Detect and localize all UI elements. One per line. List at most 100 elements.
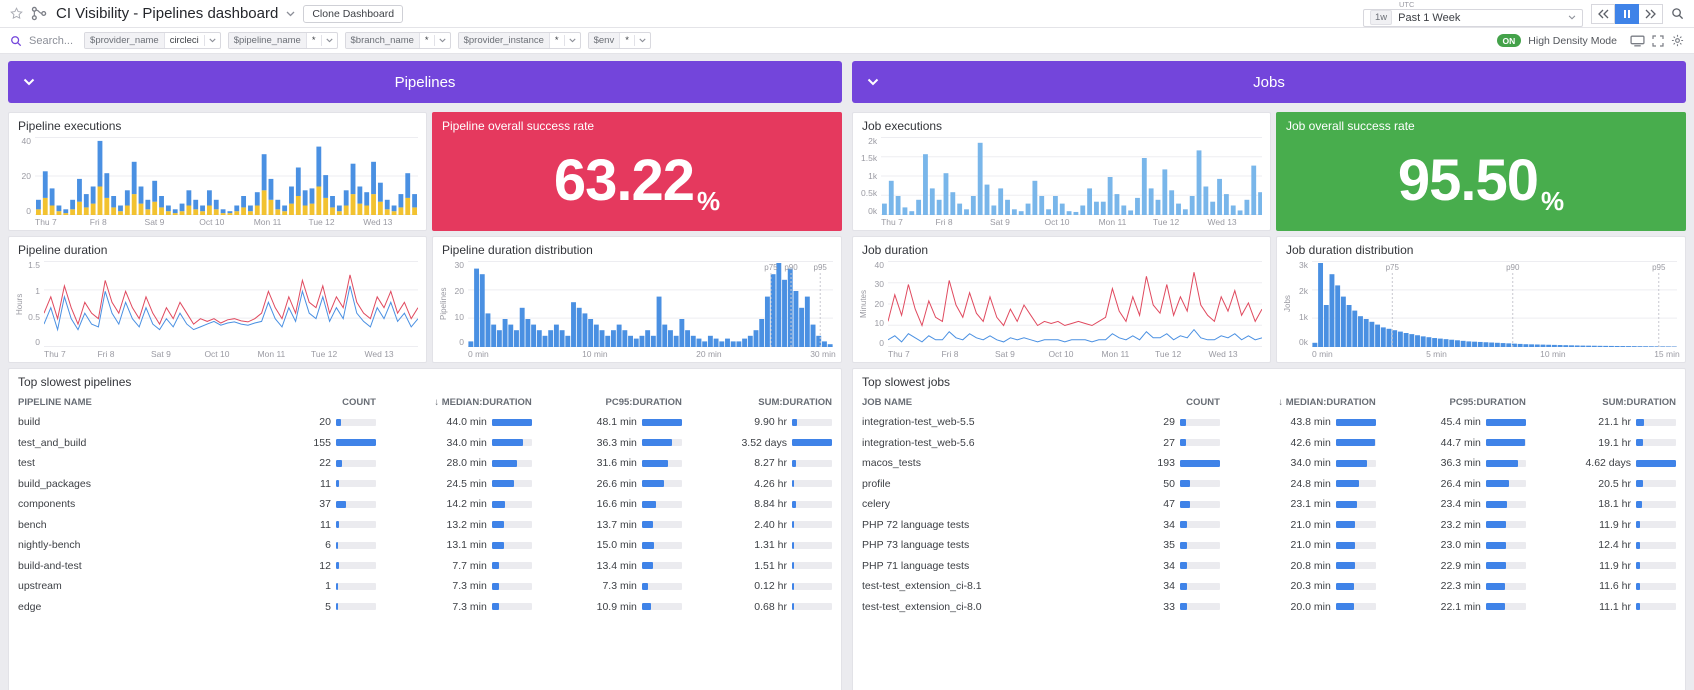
row-name[interactable]: PHP 72 language tests (862, 519, 1104, 531)
value-bar (336, 583, 376, 590)
y-tick-label: 0 (35, 338, 40, 347)
value-bar (642, 603, 682, 610)
row-name[interactable]: integration-test_web-5.5 (862, 416, 1104, 428)
fullscreen-icon[interactable] (1652, 35, 1664, 47)
template-variable-pipeline-name[interactable]: $pipeline_name * (228, 32, 338, 49)
table-row[interactable]: test_and_build15534.0 min36.3 min3.52 da… (18, 433, 832, 454)
table-row[interactable]: build_packages1124.5 min26.6 min4.26 hr (18, 474, 832, 495)
column-header[interactable]: SUM:DURATION (682, 397, 832, 408)
job-executions-chart[interactable] (881, 137, 1262, 215)
job-duration-chart[interactable] (888, 261, 1262, 347)
table-row[interactable]: components3714.2 min16.6 min8.84 hr (18, 494, 832, 515)
column-header[interactable]: PC95:DURATION (532, 397, 682, 408)
value-bar (792, 501, 832, 508)
table-cell: 2.40 hr (682, 519, 832, 531)
row-name[interactable]: build_packages (18, 478, 260, 490)
table-row[interactable]: integration-test_web-5.52943.8 min45.4 m… (862, 412, 1676, 433)
table-row[interactable]: profile5024.8 min26.4 min20.5 hr (862, 474, 1676, 495)
column-header[interactable]: PC95:DURATION (1376, 397, 1526, 408)
clone-dashboard-button[interactable]: Clone Dashboard (303, 5, 403, 23)
row-name[interactable]: build (18, 416, 260, 428)
row-name[interactable]: profile (862, 478, 1104, 490)
job-duration-distribution-chart[interactable]: p75p90p95 (1312, 261, 1677, 347)
collapse-chevron-icon[interactable] (867, 78, 879, 86)
time-back-button[interactable] (1591, 4, 1615, 24)
row-name[interactable]: upstream (18, 580, 260, 592)
column-header[interactable]: ↓ MEDIAN:DURATION (1220, 397, 1376, 408)
template-variable-branch-name[interactable]: $branch_name * (345, 32, 451, 49)
table-row[interactable]: macos_tests19334.0 min36.3 min4.62 days (862, 453, 1676, 474)
pause-button[interactable] (1615, 4, 1639, 24)
x-axis: Thu 7Fri 8Sat 9Oct 10Mon 11Tue 12Wed 13 (888, 347, 1262, 360)
template-variable-provider-instance[interactable]: $provider_instance * (458, 32, 581, 49)
table-row[interactable]: build-and-test127.7 min13.4 min1.51 hr (18, 556, 832, 577)
table-cell: 10.9 min (532, 601, 682, 613)
pipeline-success-rate-card[interactable]: Pipeline overall success rate 63.22 % (432, 112, 842, 231)
time-range-picker[interactable]: UTC 1w Past 1 Week (1363, 1, 1583, 27)
table-row[interactable]: test-test_extension_ci-8.03320.0 min22.1… (862, 597, 1676, 618)
favorite-star-icon[interactable] (10, 7, 23, 20)
row-name[interactable]: macos_tests (862, 457, 1104, 469)
table-cell: 7.3 min (376, 601, 532, 613)
template-variable-env[interactable]: $env * (588, 32, 651, 49)
time-range-box[interactable]: 1w Past 1 Week (1363, 9, 1583, 27)
column-header[interactable]: JOB NAME (862, 397, 1104, 408)
pipeline-duration-chart[interactable] (44, 261, 418, 347)
collapse-chevron-icon[interactable] (23, 78, 35, 86)
search-icon[interactable] (10, 35, 22, 47)
table-row[interactable]: nightly-bench613.1 min15.0 min1.31 hr (18, 535, 832, 556)
value-bar (1636, 501, 1676, 508)
row-name[interactable]: test-test_extension_ci-8.1 (862, 580, 1104, 592)
table-row[interactable]: PHP 71 language tests3420.8 min22.9 min1… (862, 556, 1676, 577)
table-cell: 23.4 min (1376, 498, 1526, 510)
row-name[interactable]: nightly-bench (18, 539, 260, 551)
density-toggle[interactable]: ON (1497, 34, 1522, 47)
pipeline-executions-chart[interactable] (35, 137, 418, 215)
row-name[interactable]: build-and-test (18, 560, 260, 572)
table-row[interactable]: PHP 72 language tests3421.0 min23.2 min1… (862, 515, 1676, 536)
column-header[interactable]: COUNT (1104, 397, 1219, 408)
table-row[interactable]: test-test_extension_ci-8.13420.3 min22.3… (862, 576, 1676, 597)
column-header[interactable]: SUM:DURATION (1526, 397, 1676, 408)
row-name[interactable]: PHP 71 language tests (862, 560, 1104, 572)
column-header[interactable]: ↓ MEDIAN:DURATION (376, 397, 532, 408)
search-input[interactable]: Search... (29, 35, 73, 47)
table-row[interactable]: test2228.0 min31.6 min8.27 hr (18, 453, 832, 474)
template-variable-provider-name[interactable]: $provider_name circleci (84, 32, 221, 49)
table-row[interactable]: bench1113.2 min13.7 min2.40 hr (18, 515, 832, 536)
row-name[interactable]: test_and_build (18, 437, 260, 449)
row-name[interactable]: celery (862, 498, 1104, 510)
table-row[interactable]: PHP 73 language tests3521.0 min23.0 min1… (862, 535, 1676, 556)
table-cell: 50 (1104, 478, 1219, 490)
jobs-section-header[interactable]: Jobs (852, 61, 1686, 103)
job-success-rate-card[interactable]: Job overall success rate 95.50 % (1276, 112, 1686, 231)
pipeline-duration-distribution-chart[interactable]: p75p90p95 (468, 261, 833, 347)
row-name[interactable]: components (18, 498, 260, 510)
title-chevron-down-icon[interactable] (286, 11, 295, 17)
table-row[interactable]: celery4723.1 min23.4 min18.1 hr (862, 494, 1676, 515)
table-row[interactable]: edge57.3 min10.9 min0.68 hr (18, 597, 832, 618)
row-name[interactable]: test-test_extension_ci-8.0 (862, 601, 1104, 613)
table-row[interactable]: integration-test_web-5.62742.6 min44.7 m… (862, 433, 1676, 454)
value-bar (492, 419, 532, 426)
column-header[interactable]: COUNT (260, 397, 375, 408)
value-bar (1336, 521, 1376, 528)
row-name[interactable]: edge (18, 601, 260, 613)
x-axis: Thu 7Fri 8Sat 9Oct 10Mon 11Tue 12Wed 13 (881, 215, 1262, 228)
time-forward-button[interactable] (1639, 4, 1663, 24)
column-header[interactable]: PIPELINE NAME (18, 397, 260, 408)
row-name[interactable]: test (18, 457, 260, 469)
global-search-icon[interactable] (1671, 7, 1684, 20)
pipelines-section: Pipelines Pipeline executions 40200 Thu … (8, 61, 842, 690)
row-name[interactable]: bench (18, 519, 260, 531)
tv-mode-icon[interactable] (1630, 35, 1645, 47)
range-shortcut-chip[interactable]: 1w (1370, 10, 1392, 25)
pipelines-section-header[interactable]: Pipelines (8, 61, 842, 103)
table-row[interactable]: upstream17.3 min7.3 min0.12 hr (18, 576, 832, 597)
row-name[interactable]: integration-test_web-5.6 (862, 437, 1104, 449)
settings-gear-icon[interactable] (1671, 34, 1684, 47)
table-row[interactable]: build2044.0 min48.1 min9.90 hr (18, 412, 832, 433)
table-cell: 44.0 min (376, 416, 532, 428)
y-tick-label: 20 (875, 300, 884, 309)
row-name[interactable]: PHP 73 language tests (862, 539, 1104, 551)
